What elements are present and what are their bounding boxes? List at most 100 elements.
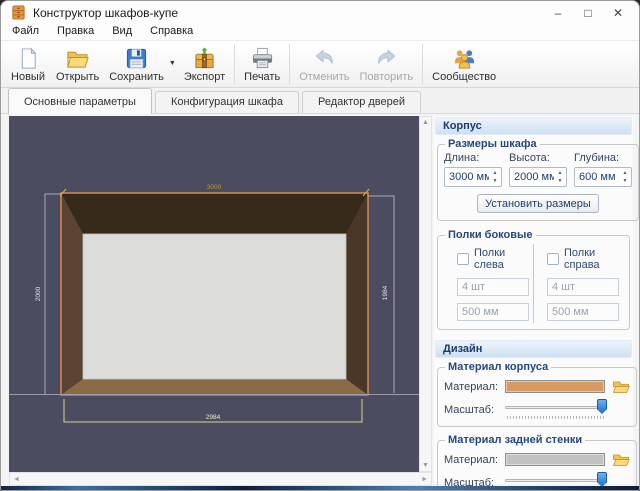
desktop-edge	[1, 486, 639, 490]
group-body-material: Материал корпуса Материал: Масштаб:	[437, 361, 637, 427]
length-input[interactable]	[445, 168, 489, 186]
spin-down-icon[interactable]: ▼	[623, 178, 628, 184]
depth-label: Глубина:	[574, 152, 632, 164]
folder-icon	[612, 379, 630, 394]
printer-icon	[251, 47, 274, 70]
group-side-shelves: Полки боковые Полки слева Полки спр	[437, 229, 630, 330]
undo-icon	[313, 47, 336, 70]
menu-view[interactable]: Вид	[103, 23, 141, 39]
toolbar-separator	[234, 44, 235, 84]
material-label: Материал:	[444, 381, 498, 393]
shelves-left-checkbox[interactable]	[457, 253, 469, 265]
shelves-right-width-input[interactable]	[547, 303, 619, 321]
community-label: Сообщество	[432, 71, 496, 83]
body-material-browse-button[interactable]	[612, 379, 630, 394]
wardrobe-drawing: 2000 1984 3000 2984	[9, 116, 419, 472]
save-floppy-icon	[125, 47, 148, 70]
window-title: Конструктор шкафов-купе	[33, 6, 543, 20]
length-stepper[interactable]: ▲ ▼	[444, 167, 502, 187]
back-material-swatch	[505, 453, 605, 466]
group-caption: Материал задней стенки	[445, 434, 585, 446]
community-button[interactable]: Сообщество	[427, 42, 501, 86]
spin-up-icon[interactable]: ▲	[493, 170, 498, 176]
height-stepper[interactable]: ▲ ▼	[509, 167, 567, 187]
section-header-body: Корпус	[435, 117, 632, 135]
slider-thumb[interactable]	[597, 399, 607, 414]
tab-door-editor[interactable]: Редактор дверей	[302, 91, 421, 113]
save-dropdown-arrow[interactable]: ▼	[169, 42, 179, 67]
vertical-scrollbar[interactable]: ▲ ▼	[419, 116, 432, 472]
scroll-right-icon[interactable]: ►	[421, 476, 428, 483]
shelves-left-width-input[interactable]	[457, 303, 529, 321]
shelves-left-count-input[interactable]	[457, 278, 529, 296]
undo-button[interactable]: Отменить	[294, 42, 354, 86]
group-caption: Полки боковые	[445, 229, 536, 241]
spin-up-icon[interactable]: ▲	[623, 170, 628, 176]
shelves-right-checkbox[interactable]	[547, 253, 559, 265]
settings-panel: Корпус Размеры шкафа Длина: ▲ ▼	[434, 116, 633, 484]
depth-input[interactable]	[575, 168, 619, 186]
menu-bar: Файл Правка Вид Справка	[1, 22, 639, 40]
dim-top-label: 3000	[207, 184, 222, 191]
toolbar: Новый Открыть Сохранить ▼	[1, 40, 639, 88]
open-folder-icon	[66, 47, 89, 70]
maximize-button[interactable]: □	[573, 4, 603, 22]
dim-left-label: 2000	[35, 286, 42, 301]
tab-bar: Основные параметры Конфигурация шкафа Ре…	[1, 88, 639, 114]
scroll-left-icon[interactable]: ◄	[13, 476, 20, 483]
close-button[interactable]: ✕	[603, 4, 633, 22]
export-button[interactable]: Экспорт	[179, 42, 230, 86]
new-label: Новый	[11, 71, 45, 83]
horizontal-scrollbar[interactable]: ◄ ►	[9, 472, 432, 486]
community-people-icon	[453, 47, 476, 70]
minimize-button[interactable]: –	[543, 4, 573, 22]
export-chest-icon	[193, 47, 216, 70]
menu-help[interactable]: Справка	[141, 23, 202, 39]
slider-thumb[interactable]	[597, 472, 607, 487]
menu-edit[interactable]: Правка	[48, 23, 103, 39]
slider-track[interactable]	[505, 406, 607, 409]
export-label: Экспорт	[184, 71, 225, 83]
shelves-right-label: Полки справа	[564, 247, 623, 271]
depth-stepper[interactable]: ▲ ▼	[574, 167, 632, 187]
menu-file[interactable]: Файл	[3, 23, 48, 39]
tab-main-parameters[interactable]: Основные параметры	[8, 88, 152, 114]
undo-label: Отменить	[299, 71, 349, 83]
scroll-down-icon[interactable]: ▼	[422, 462, 429, 469]
title-bar: Конструктор шкафов-купе – □ ✕	[1, 1, 639, 22]
spin-down-icon[interactable]: ▼	[558, 178, 563, 184]
slider-track[interactable]	[505, 479, 607, 482]
wardrobe-canvas[interactable]: 2000 1984 3000 2984	[9, 116, 419, 472]
back-material-browse-button[interactable]	[612, 452, 630, 467]
new-document-icon	[17, 47, 40, 70]
print-button[interactable]: Печать	[239, 42, 285, 86]
open-button[interactable]: Открыть	[51, 42, 104, 86]
redo-button[interactable]: Повторить	[354, 42, 418, 86]
tab-wardrobe-configuration[interactable]: Конфигурация шкафа	[155, 91, 299, 113]
body-material-scale-slider[interactable]	[505, 399, 607, 420]
scroll-up-icon[interactable]: ▲	[422, 119, 429, 126]
folder-icon	[612, 452, 630, 467]
new-button[interactable]: Новый	[5, 42, 51, 86]
group-back-material: Материал задней стенки Материал: Масштаб…	[437, 434, 637, 491]
main-content: 2000 1984 3000 2984 ▲ ▼ ◄ ► Корпу	[1, 114, 639, 486]
save-button[interactable]: Сохранить	[104, 42, 169, 86]
group-caption: Материал корпуса	[445, 361, 551, 373]
spin-down-icon[interactable]: ▼	[493, 178, 498, 184]
scale-label: Масштаб:	[444, 404, 498, 416]
group-wardrobe-sizes: Размеры шкафа Длина: ▲ ▼ Высота	[437, 138, 639, 221]
spin-up-icon[interactable]: ▲	[558, 170, 563, 176]
height-input[interactable]	[510, 168, 554, 186]
shelves-right-count-input[interactable]	[547, 278, 619, 296]
dim-right-label: 1984	[382, 285, 389, 300]
toolbar-separator	[289, 44, 290, 84]
height-label: Высота:	[509, 152, 567, 164]
print-label: Печать	[244, 71, 280, 83]
slider-ticks	[507, 416, 605, 419]
material-label: Материал:	[444, 454, 498, 466]
set-sizes-button[interactable]: Установить размеры	[477, 194, 599, 213]
shelves-left-label: Полки слева	[474, 247, 533, 271]
save-label: Сохранить	[109, 71, 164, 83]
open-label: Открыть	[56, 71, 99, 83]
group-caption: Размеры шкафа	[445, 138, 540, 150]
